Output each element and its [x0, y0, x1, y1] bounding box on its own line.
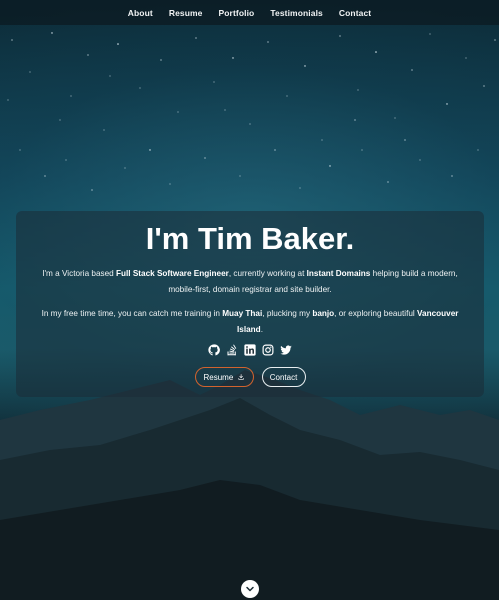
hobby-banjo: banjo: [312, 309, 335, 318]
free-time-paragraph: In my free time time, you can catch me t…: [36, 306, 464, 337]
nav-link-portfolio[interactable]: Portfolio: [219, 8, 255, 18]
download-icon: [238, 374, 245, 380]
free-time-text: In my free time time, you can catch me t…: [41, 309, 223, 318]
top-navigation: About Resume Portfolio Testimonials Cont…: [0, 0, 499, 25]
intro-text: I'm a Victoria based: [42, 269, 116, 278]
linkedin-icon[interactable]: [244, 344, 256, 356]
scroll-down-button[interactable]: [241, 580, 259, 598]
nav-link-contact[interactable]: Contact: [339, 8, 371, 18]
nav-link-resume[interactable]: Resume: [169, 8, 203, 18]
social-links: [16, 344, 484, 356]
hobby-muay-thai: Muay Thai: [222, 309, 263, 318]
resume-button[interactable]: Resume: [194, 367, 254, 387]
twitter-icon[interactable]: [280, 344, 292, 356]
github-icon[interactable]: [208, 344, 220, 356]
intro-card: I'm Tim Baker. I'm a Victoria based Full…: [16, 211, 484, 397]
resume-button-label: Resume: [203, 372, 234, 382]
page-title: I'm Tim Baker.: [145, 221, 355, 256]
contact-button[interactable]: Contact: [261, 367, 306, 387]
stack-overflow-icon[interactable]: [226, 344, 238, 356]
nav-link-testimonials[interactable]: Testimonials: [270, 8, 323, 18]
instagram-icon[interactable]: [262, 344, 274, 356]
free-time-text: .: [260, 324, 263, 334]
chevron-down-icon: [246, 586, 254, 592]
free-time-text: , or exploring beautiful: [334, 309, 418, 318]
intro-role: Full Stack Software Engineer: [116, 269, 229, 278]
contact-button-label: Contact: [269, 372, 298, 382]
intro-company: Instant Domains: [306, 269, 371, 278]
nav-link-about[interactable]: About: [128, 8, 153, 18]
intro-text: , currently working at: [228, 269, 307, 278]
action-buttons: Resume Contact: [16, 367, 484, 387]
free-time-text: , plucking my: [262, 309, 313, 318]
intro-paragraph: I'm a Victoria based Full Stack Software…: [36, 266, 464, 297]
